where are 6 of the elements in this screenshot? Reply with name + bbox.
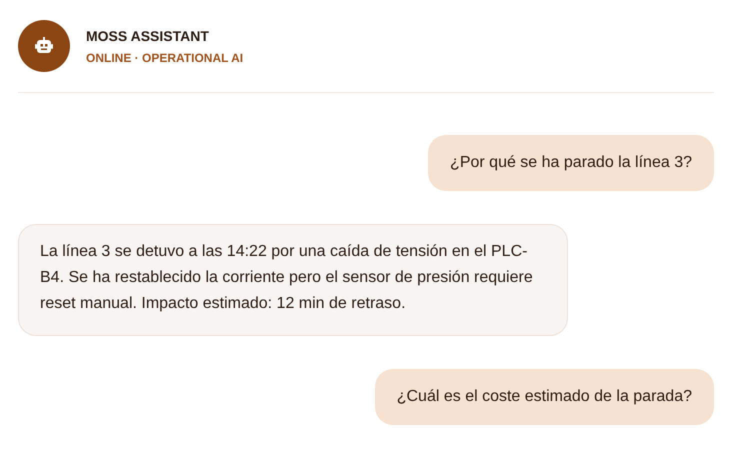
assistant-message: La línea 3 se detuvo a las 14:22 por una caída de tensión en el PLC-B4. Se ha restablecido la corriente pero el sensor de presión requiere reset manual. Impacto estimado: 12 min de retraso. — [18, 224, 568, 336]
status-text: ONLINE · OPERATIONAL AI — [86, 50, 244, 66]
assistant-name: MOSS ASSISTANT — [86, 26, 210, 46]
user-message: ¿Cuál es el coste estimado de la parada? — [374, 369, 714, 425]
user-message: ¿Por qué se ha parado la línea 3? — [428, 135, 714, 191]
robot-avatar-icon — [18, 20, 70, 72]
